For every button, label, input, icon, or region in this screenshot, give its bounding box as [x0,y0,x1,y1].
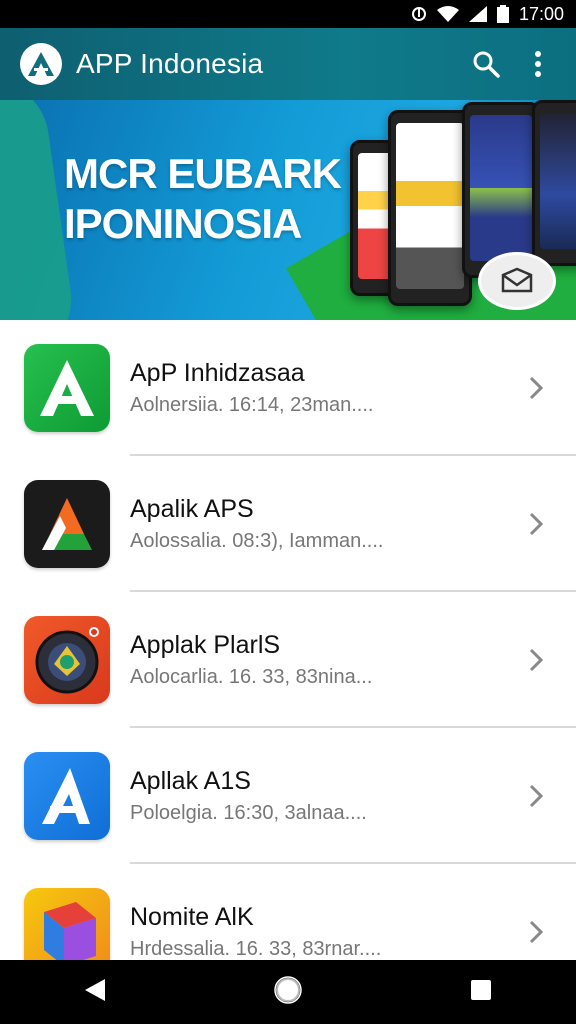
promo-banner[interactable]: MCR EUBARK IPONINOSIA [0,100,576,320]
home-circle-icon [274,975,302,1004]
app-name: Nomite AlK [130,903,254,931]
search-icon [473,51,500,78]
app-name: Apalik APS [130,495,254,523]
chevron-right-icon [516,776,556,816]
list-item[interactable]: ApP Inhidzasaa Aolnersiia. 16:14, 23man.… [0,320,576,456]
app-title: APP Indonesia [76,48,264,79]
banner-title-line1: MCR EUBARK [64,150,342,197]
chevron-right-icon [516,912,556,952]
more-vert-icon [535,51,541,77]
recents-square-icon [470,979,491,1000]
app-bar: APP Indonesia [0,28,576,100]
sync-icon [411,7,426,21]
dark-a-icon [24,480,110,568]
app-logo-icon [20,43,62,85]
chevron-right-icon [516,504,556,544]
app-subtitle: Hrdessalia. 16. 33, 83rnar.... [130,938,382,960]
home-button[interactable] [274,975,302,1009]
camera-lens-icon [24,616,110,704]
app-subtitle: Aolocarlia. 16. 33, 83nina... [130,666,373,688]
list-item[interactable]: Apllak A1S Poloelgia. 16:30, 3alnaa.... [0,728,576,864]
status-bar: 17:00 [0,0,576,28]
app-name: Applak PlarlS [130,631,281,659]
app-list: ApP Inhidzasaa Aolnersiia. 16:14, 23man.… [0,320,576,1000]
chevron-right-icon [516,368,556,408]
battery-icon [496,5,509,23]
app-subtitle: Aolossalia. 08:3), Iamman.... [130,530,384,552]
green-a-icon [24,344,110,432]
blue-a-icon [24,752,110,840]
app-name: ApP Inhidzasaa [130,359,305,387]
signal-icon [468,6,487,22]
wifi-icon [436,6,459,22]
overflow-menu-button[interactable] [516,42,560,86]
app-subtitle: Poloelgia. 16:30, 3alnaa.... [130,802,367,824]
envelope-badge-icon [478,252,556,310]
recents-button[interactable] [469,978,493,1007]
back-triangle-icon [85,978,106,1001]
list-item[interactable]: Apalik APS Aolossalia. 08:3), Iamman.... [0,456,576,592]
banner-title-line2: IPONINOSIA [64,200,302,247]
list-item[interactable]: Applak PlarlS Aolocarlia. 16. 33, 83nina… [0,592,576,728]
search-button[interactable] [464,42,508,86]
app-subtitle: Aolnersiia. 16:14, 23man.... [130,394,374,416]
system-nav-bar [0,960,576,1024]
app-name: Apllak A1S [130,767,251,795]
status-time: 17:00 [518,3,564,24]
chevron-right-icon [516,640,556,680]
back-button[interactable] [83,977,107,1008]
